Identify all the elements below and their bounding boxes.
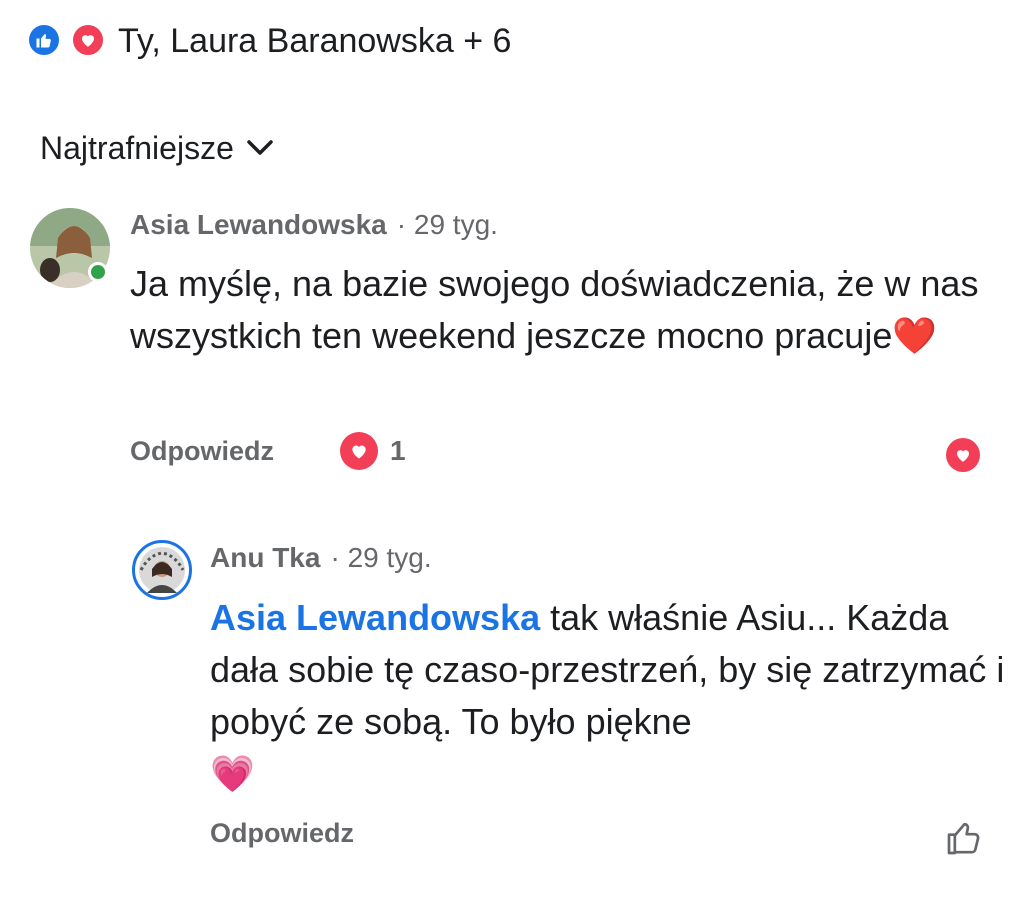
like-icon (26, 22, 62, 58)
comment-author[interactable]: Anu Tka (210, 541, 320, 575)
love-icon (340, 432, 378, 470)
sort-label: Najtrafniejsze (40, 130, 234, 166)
reply-button[interactable]: Odpowiedz (210, 818, 354, 849)
heart-emoji: 💗 (210, 753, 255, 794)
comment-reactions[interactable]: 1 (340, 432, 406, 470)
mention-link[interactable]: Asia Lewandowska (210, 597, 540, 638)
comment-time[interactable]: · 29 tyg. (330, 541, 431, 575)
avatar[interactable] (132, 540, 192, 600)
love-icon (70, 22, 106, 58)
comment-time[interactable]: · 29 tyg. (397, 208, 498, 242)
chevron-down-icon (247, 140, 273, 155)
thumbs-up-outline-icon[interactable] (944, 818, 984, 863)
comment-text: Asia Lewandowska tak właśnie Asiu... Każ… (210, 592, 1010, 800)
reply-button[interactable]: Odpowiedz (130, 436, 274, 467)
comment-sort-selector[interactable]: Najtrafniejsze (40, 128, 274, 168)
comment-meta: Asia Lewandowska · 29 tyg. (130, 208, 498, 242)
heart-emoji: ❤️ (892, 315, 938, 356)
love-icon[interactable] (946, 438, 980, 472)
comment-body: Ja myślę, na bazie swojego doświadczenia… (130, 263, 979, 356)
comment-text: Ja myślę, na bazie swojego doświadczenia… (130, 258, 1010, 362)
comment-meta: Anu Tka · 29 tyg. (210, 541, 432, 575)
comment-author[interactable]: Asia Lewandowska (130, 208, 387, 242)
online-status-indicator (88, 262, 108, 282)
reaction-count: 1 (390, 435, 406, 466)
reactions-summary-text[interactable]: Ty, Laura Baranowska + 6 (118, 21, 511, 61)
